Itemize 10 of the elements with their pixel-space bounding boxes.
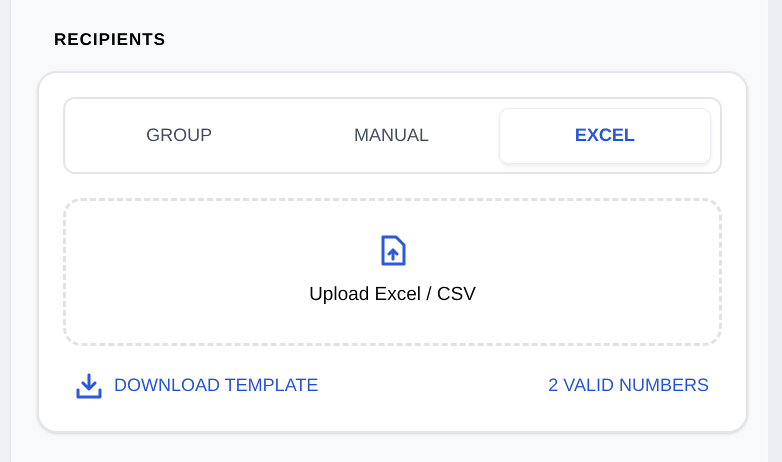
upload-dropzone[interactable]: Upload Excel / CSV [63, 198, 722, 346]
valid-numbers-count: 2 VALID NUMBERS [548, 374, 709, 397]
download-template-link[interactable]: DOWNLOAD TEMPLATE [76, 372, 318, 399]
section-title: RECIPIENTS [54, 29, 168, 51]
download-icon [76, 372, 102, 398]
file-upload-icon [380, 234, 406, 267]
tab[interactable]: EXCEL [498, 108, 711, 164]
tab[interactable]: GROUP [74, 108, 284, 164]
tab[interactable]: MANUAL [286, 108, 497, 164]
upload-label: Upload Excel / CSV [309, 282, 476, 307]
